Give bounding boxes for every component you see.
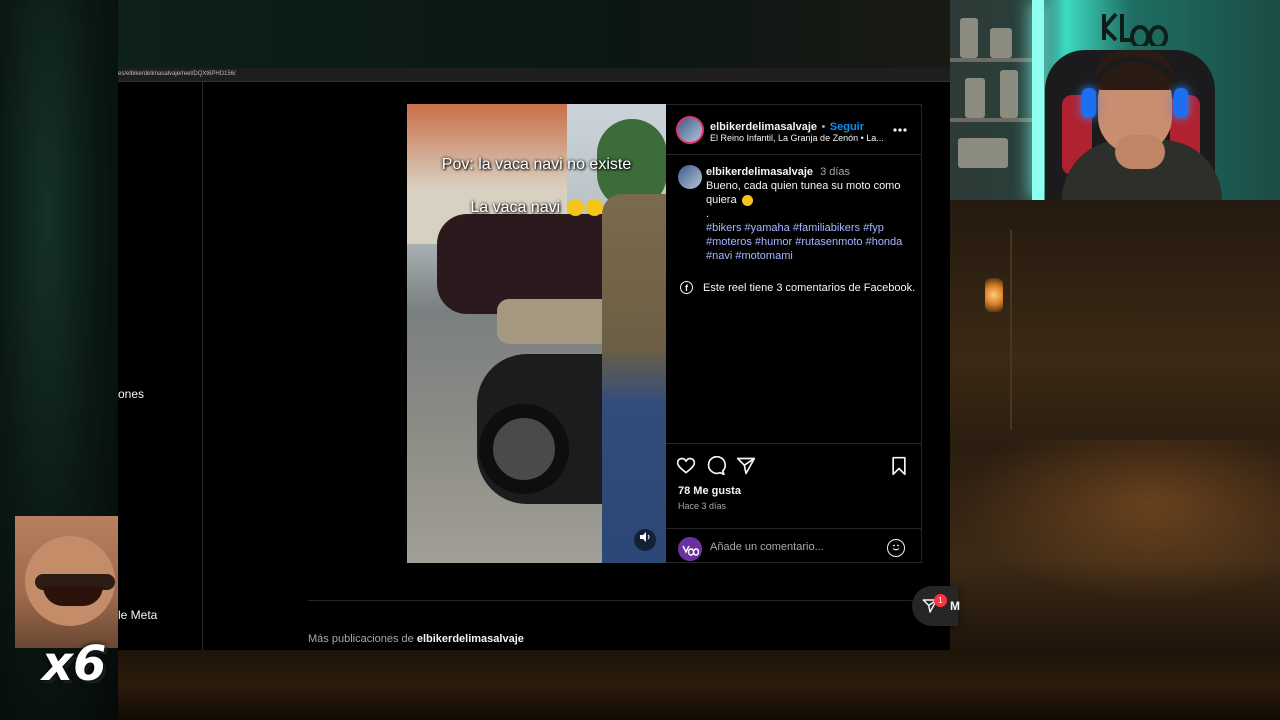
facebook-comments-note[interactable]: f Este reel tiene 3 comentarios de Facebo… bbox=[680, 281, 915, 294]
shelf bbox=[950, 118, 1042, 122]
shelf-figure bbox=[1000, 70, 1018, 118]
hashtags-line[interactable]: #moteros #humor #rutasenmoto #honda bbox=[706, 235, 914, 249]
viewer-avatar bbox=[678, 537, 702, 561]
hashtags-line[interactable]: #navi #motomami bbox=[706, 249, 914, 263]
emoji-icon-graphic bbox=[892, 544, 900, 551]
separator-dot: • bbox=[821, 121, 826, 133]
comment-input[interactable]: Añade un comentario... bbox=[710, 541, 870, 553]
likes-count[interactable]: 78 Me gusta bbox=[678, 485, 741, 497]
post-header: elbikerdelimasalvaje • Seguir El Reino I… bbox=[666, 105, 921, 155]
messages-label: M bbox=[950, 599, 960, 613]
stream-background-top bbox=[118, 0, 950, 68]
video-caption-line1: Pov: la vaca navi no existe bbox=[441, 156, 632, 173]
hashtags-line[interactable]: #bikers #yamaha #familiabikers #fyp bbox=[706, 221, 914, 235]
shelf-box bbox=[958, 138, 1008, 168]
follow-button[interactable]: Seguir bbox=[830, 121, 864, 133]
author-username[interactable]: elbikerdelimasalvaje bbox=[710, 121, 817, 133]
more-icon[interactable] bbox=[893, 119, 907, 137]
caption-text: Bueno, cada quien tunea su moto como qui… bbox=[706, 180, 901, 206]
url-text: es/elbikerdelimasalvaje/reel/DQXt6PHD156… bbox=[118, 71, 236, 77]
wall-lamp bbox=[985, 278, 1003, 312]
post-actions: 78 Me gusta Hace 3 días Añade un comenta… bbox=[666, 443, 921, 564]
comment-icon[interactable] bbox=[706, 456, 726, 476]
floor-reflection bbox=[960, 440, 1280, 600]
browser-capture: es/elbikerdelimasalvaje/reel/DQXt6PHD156… bbox=[118, 68, 960, 650]
post-caption: elbikerdelimasalvaje 3 días Bueno, cada … bbox=[706, 165, 914, 263]
stream-background-bottom bbox=[118, 650, 1280, 720]
instagram-sidebar: ones le Meta bbox=[118, 82, 203, 650]
sidebar-item-meta[interactable]: le Meta bbox=[118, 608, 157, 622]
sidebar-item-notifications[interactable]: ones bbox=[118, 387, 144, 401]
more-posts-prefix: Más publicaciones de bbox=[308, 633, 414, 645]
messages-button[interactable]: 1 M bbox=[912, 586, 960, 626]
caption-age: 3 días bbox=[820, 166, 851, 178]
section-divider bbox=[308, 600, 922, 601]
streamer-hand bbox=[1115, 135, 1165, 169]
facebook-icon: f bbox=[680, 281, 693, 294]
author-avatar[interactable] bbox=[676, 116, 704, 144]
messages-badge: 1 bbox=[934, 594, 947, 607]
headset-ear-left bbox=[1082, 88, 1096, 118]
wall-edge bbox=[1010, 230, 1012, 430]
caption-avatar[interactable] bbox=[678, 165, 702, 189]
volume-icon-graphic bbox=[640, 532, 650, 542]
save-icon[interactable] bbox=[889, 456, 909, 476]
shelf-figure bbox=[960, 18, 978, 58]
meme-overlay bbox=[15, 516, 118, 648]
video-caption-line2-text: La vaca navi bbox=[470, 199, 561, 216]
wall-logo-graphic bbox=[1102, 12, 1169, 49]
video-caption-line2: La vaca navi bbox=[407, 199, 666, 217]
address-bar[interactable]: es/elbikerdelimasalvaje/reel/DQXt6PHD156… bbox=[118, 68, 950, 82]
comment-row: Añade un comentario... bbox=[666, 528, 921, 565]
like-icon[interactable] bbox=[676, 456, 696, 476]
posted-time: Hace 3 días bbox=[678, 501, 727, 511]
shelf-figure bbox=[965, 78, 985, 118]
webcam-feed bbox=[950, 0, 1280, 200]
wall-logo bbox=[1100, 6, 1170, 54]
shelf bbox=[950, 58, 1042, 62]
more-icon-graphic bbox=[893, 128, 907, 132]
share-icon[interactable] bbox=[736, 456, 756, 476]
video-rider bbox=[602, 194, 666, 563]
more-posts-heading: Más publicaciones de elbikerdelimasalvaj… bbox=[308, 633, 524, 645]
caption-username[interactable]: elbikerdelimasalvaje bbox=[706, 166, 813, 178]
video-wheel bbox=[479, 404, 569, 494]
emoji-icon[interactable] bbox=[887, 539, 905, 557]
headset-ear-right bbox=[1174, 88, 1188, 118]
volume-icon[interactable] bbox=[634, 529, 656, 551]
laughing-emoji-icon bbox=[566, 199, 584, 217]
more-posts-user[interactable]: elbikerdelimasalvaje bbox=[417, 633, 524, 645]
shelf-figure bbox=[990, 28, 1012, 58]
caption-dot: . bbox=[706, 208, 710, 220]
laughing-emoji-icon bbox=[585, 199, 603, 217]
neon-light bbox=[1032, 0, 1044, 200]
reel-video[interactable]: Pov: la vaca navi no existe La vaca navi bbox=[407, 104, 666, 563]
facebook-comments-text: Este reel tiene 3 comentarios de Faceboo… bbox=[703, 282, 916, 294]
meme-multiplier: x6 bbox=[42, 636, 107, 692]
post-location[interactable]: El Reino Infantil, La Granja de Zenón • … bbox=[710, 133, 888, 143]
post-details-panel: elbikerdelimasalvaje • Seguir El Reino I… bbox=[666, 104, 922, 563]
emoji-icon bbox=[741, 194, 753, 206]
viewer-avatar-graphic bbox=[678, 537, 702, 561]
caption-text-row: Bueno, cada quien tunea su moto como qui… bbox=[706, 179, 914, 207]
